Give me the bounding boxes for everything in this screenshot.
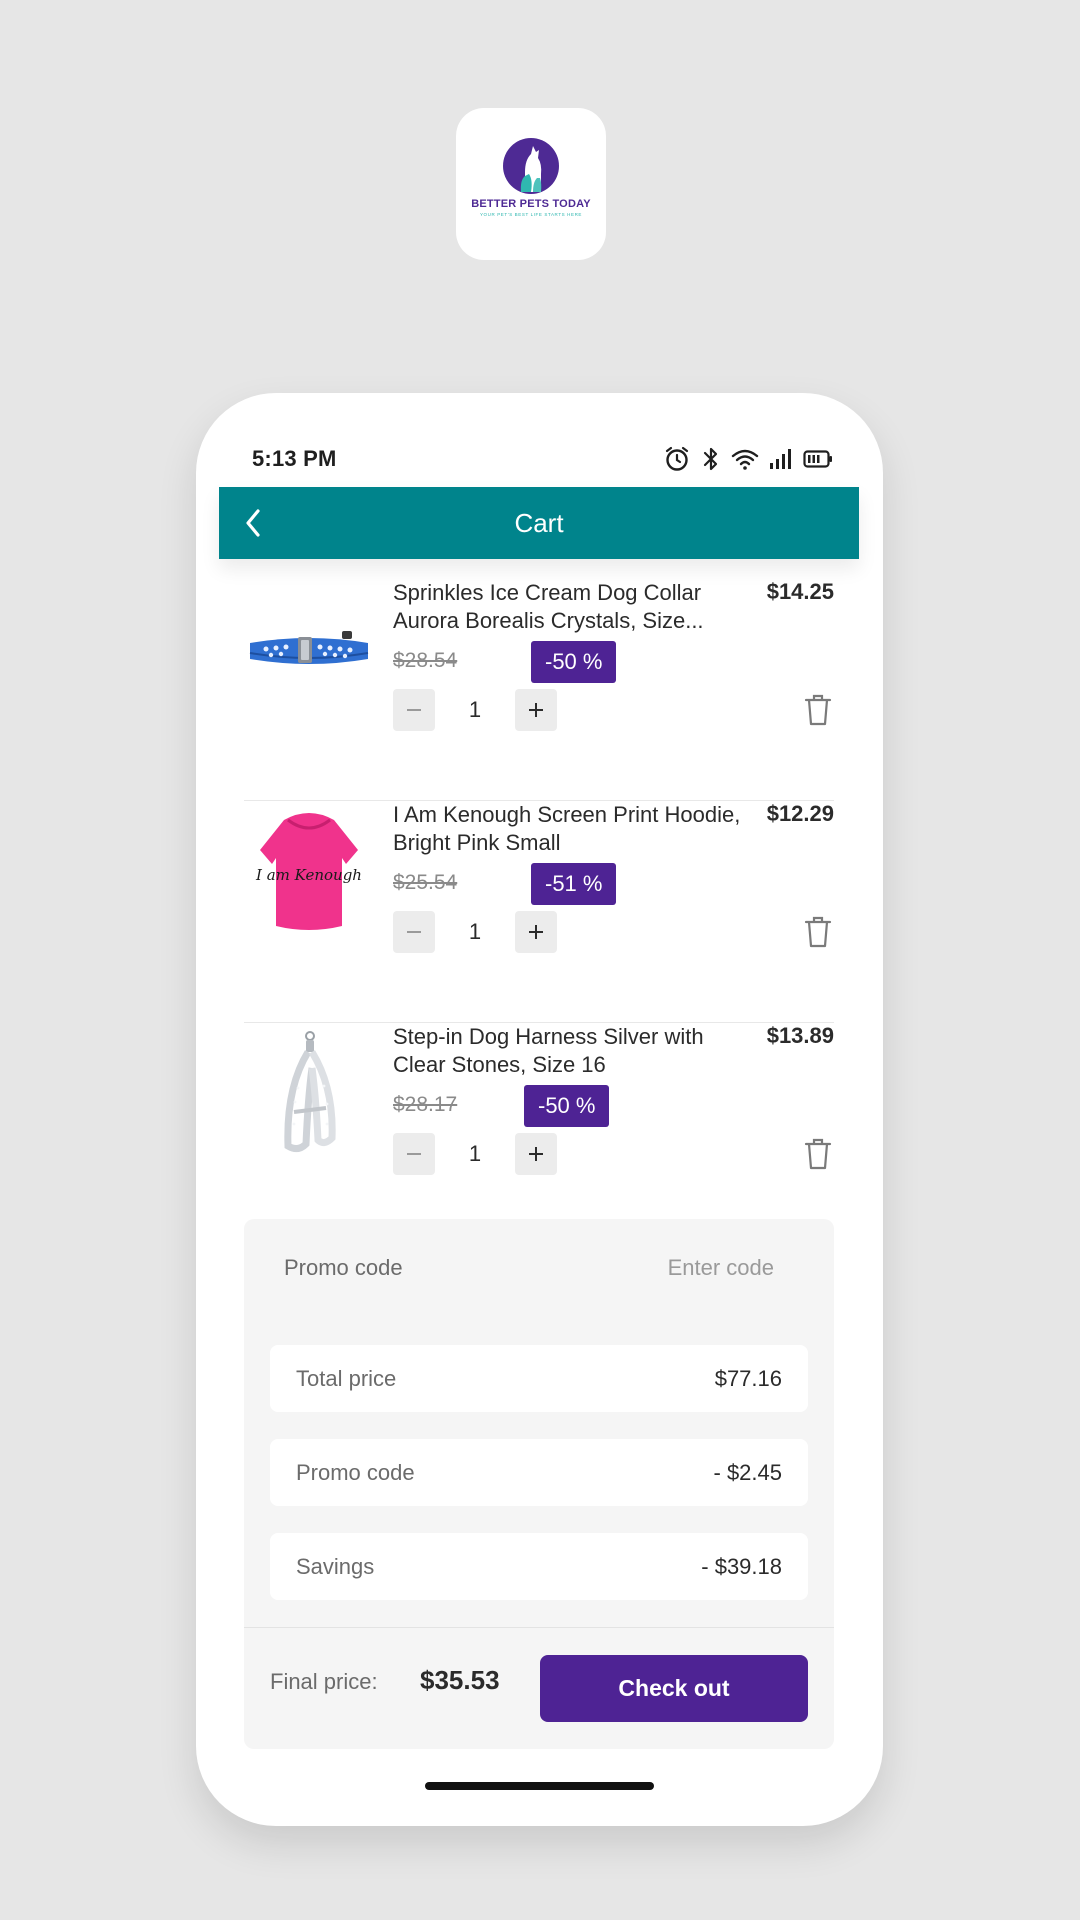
page-title: Cart: [514, 507, 564, 538]
product-name[interactable]: Step-in Dog Harness Silver with Clear St…: [393, 1023, 743, 1079]
cart-item: Step-in Dog Harness Silver with Clear St…: [244, 1023, 834, 1245]
cart-list: Sprinkles Ice Cream Dog Collar Aurora Bo…: [244, 579, 834, 1245]
logo-name: BETTER PETS TODAY: [471, 198, 591, 210]
discount-badge: -50 %: [531, 641, 617, 683]
discount-badge: -51 %: [531, 863, 617, 905]
app-header: Cart: [219, 487, 859, 559]
savings-value: - $39.18: [701, 1553, 782, 1579]
checkout-button[interactable]: Check out: [540, 1655, 808, 1722]
minus-icon: [407, 709, 421, 711]
savings-label: Savings: [296, 1553, 375, 1579]
cart-item: Sprinkles Ice Cream Dog Collar Aurora Bo…: [244, 579, 834, 801]
summary-divider: [244, 1627, 834, 1628]
product-image[interactable]: I am Kenough: [244, 801, 374, 941]
quantity-value: 1: [468, 1141, 482, 1166]
remove-item-button[interactable]: [802, 915, 834, 949]
chevron-left-icon: [246, 509, 260, 537]
increase-quantity-button[interactable]: [515, 911, 557, 953]
decrease-quantity-button[interactable]: [393, 689, 435, 731]
total-price-label: Total price: [296, 1365, 397, 1391]
product-name[interactable]: Sprinkles Ice Cream Dog Collar Aurora Bo…: [393, 579, 743, 635]
remove-item-button[interactable]: [802, 693, 834, 727]
silver-harness-image: [284, 1031, 336, 1153]
final-price-value: $35.53: [420, 1665, 500, 1695]
promo-code-input[interactable]: [614, 1255, 774, 1281]
logo-tagline: YOUR PET'S BEST LIFE STARTS HERE: [479, 212, 583, 217]
status-icons: [663, 445, 833, 473]
product-price: $13.89: [766, 1023, 834, 1048]
total-price-value: $77.16: [714, 1365, 782, 1391]
quantity-stepper: 1: [393, 911, 557, 953]
dog-collar-image: [249, 631, 369, 664]
plus-icon: [529, 1147, 543, 1161]
total-price-row: Total price $77.16: [270, 1345, 808, 1412]
final-price-label: Final price:: [270, 1669, 378, 1694]
app-logo: BETTER PETS TODAY YOUR PET'S BEST LIFE S…: [456, 108, 606, 260]
quantity-value: 1: [468, 697, 482, 722]
hoodie-print-text: I am Kenough: [255, 866, 362, 884]
remove-item-button[interactable]: [802, 1137, 834, 1171]
increase-quantity-button[interactable]: [515, 689, 557, 731]
alarm-icon: [665, 446, 689, 471]
quantity-value: 1: [468, 919, 482, 944]
product-image[interactable]: [244, 1023, 374, 1163]
minus-icon: [407, 1153, 421, 1155]
original-price: $28.54: [393, 649, 458, 672]
bluetooth-icon: [703, 447, 718, 471]
original-price: $28.17: [393, 1093, 458, 1116]
battery-icon: [803, 450, 832, 468]
promo-code-row: Promo code: [284, 1255, 774, 1281]
product-name[interactable]: I Am Kenough Screen Print Hoodie, Bright…: [393, 801, 743, 857]
product-price: $12.29: [766, 801, 834, 826]
promo-discount-label: Promo code: [296, 1459, 415, 1485]
phone-frame: 5:13 PM Cart Sprinkles Ice Cream Dog Col…: [196, 393, 883, 1826]
decrease-quantity-button[interactable]: [393, 1133, 435, 1175]
trash-icon: [804, 694, 832, 726]
order-summary: Promo code Total price $77.16 Promo code…: [244, 1219, 834, 1749]
discount-badge: -50 %: [524, 1085, 610, 1127]
promo-discount-value: - $2.45: [713, 1459, 783, 1485]
wifi-icon: [731, 449, 759, 470]
status-time: 5:13 PM: [252, 446, 337, 471]
decrease-quantity-button[interactable]: [393, 911, 435, 953]
minus-icon: [407, 931, 421, 933]
plus-icon: [529, 703, 543, 717]
promo-code-label: Promo code: [284, 1255, 403, 1280]
quantity-stepper: 1: [393, 1133, 557, 1175]
original-price: $25.54: [393, 871, 458, 894]
savings-row: Savings - $39.18: [270, 1533, 808, 1600]
signal-icon: [770, 449, 791, 469]
pink-hoodie-image: I am Kenough: [255, 813, 362, 930]
cart-item: I am Kenough I Am Kenough Screen Print H…: [244, 801, 834, 1023]
logo-mark-icon: [503, 138, 559, 194]
promo-discount-row: Promo code - $2.45: [270, 1439, 808, 1506]
quantity-stepper: 1: [393, 689, 557, 731]
increase-quantity-button[interactable]: [515, 1133, 557, 1175]
product-image[interactable]: [244, 579, 374, 719]
home-indicator[interactable]: [425, 1782, 654, 1790]
product-price: $14.25: [766, 579, 834, 604]
plus-icon: [529, 925, 543, 939]
trash-icon: [804, 1138, 832, 1170]
back-button[interactable]: [237, 507, 269, 539]
status-bar: 5:13 PM: [252, 439, 833, 479]
trash-icon: [804, 916, 832, 948]
